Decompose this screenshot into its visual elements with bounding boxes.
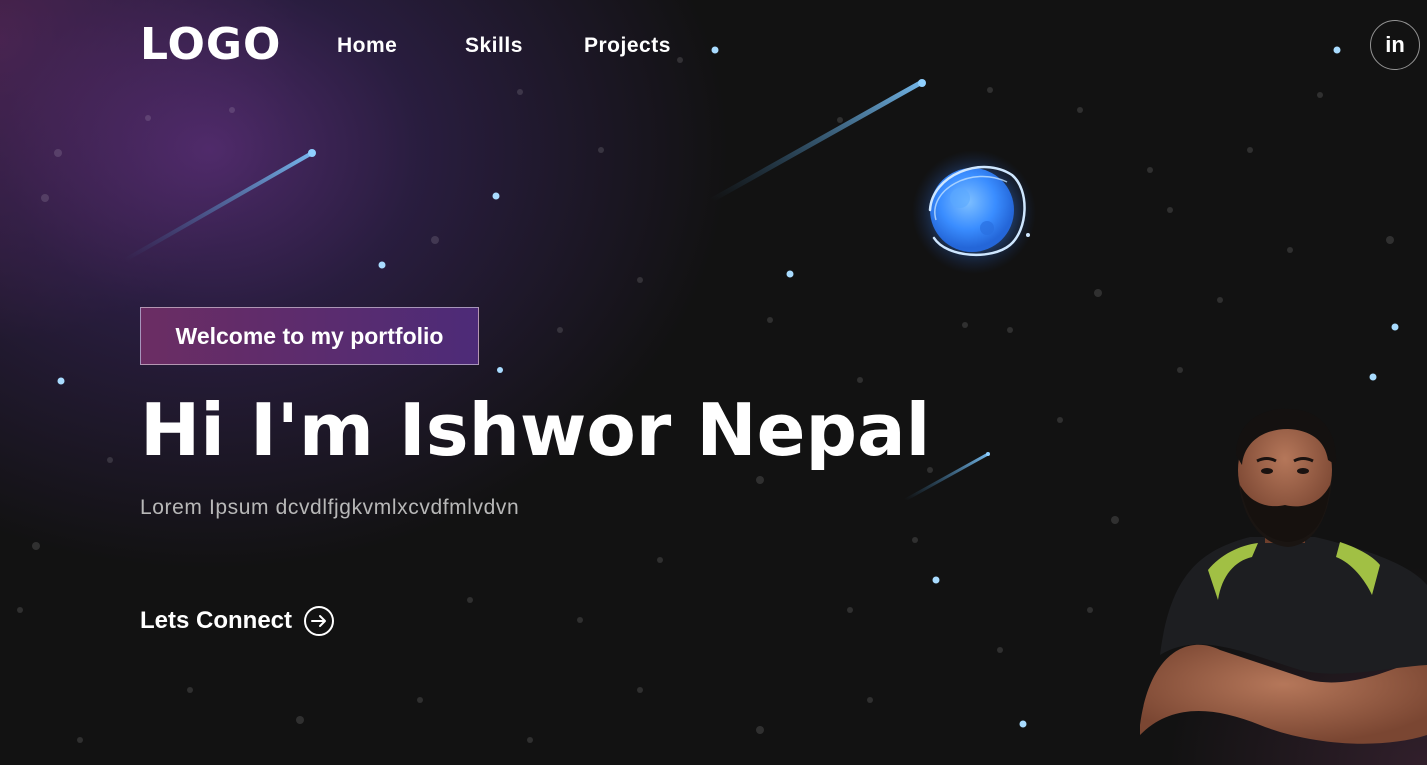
portrait-photo (1140, 405, 1427, 765)
lets-connect-label: Lets Connect (140, 607, 293, 634)
shooting-star (709, 79, 926, 203)
arrow-right-circle-icon (304, 606, 335, 636)
logo[interactable]: LOGO (140, 20, 281, 70)
linkedin-button[interactable]: in (1370, 20, 1420, 70)
linkedin-icon: in (1385, 32, 1405, 57)
tagline-badge: Welcome to my portfolio (140, 307, 479, 365)
shooting-star (123, 149, 316, 262)
hero-title: Hi I'm Ishwor Nepal (140, 388, 931, 472)
planet-illustration (912, 150, 1036, 274)
lets-connect-button[interactable]: Lets Connect (140, 603, 335, 639)
top-navbar: LOGO Home Skills Projects in (0, 0, 1427, 92)
nav-link-home[interactable]: Home (337, 32, 397, 60)
nav-link-skills[interactable]: Skills (465, 32, 523, 60)
nav-link-projects[interactable]: Projects (584, 32, 671, 60)
tagline-text: Welcome to my portfolio (175, 322, 444, 349)
hero-description: Lorem Ipsum dcvdlfjgkvmlxcvdfmlvdvn (140, 496, 520, 519)
